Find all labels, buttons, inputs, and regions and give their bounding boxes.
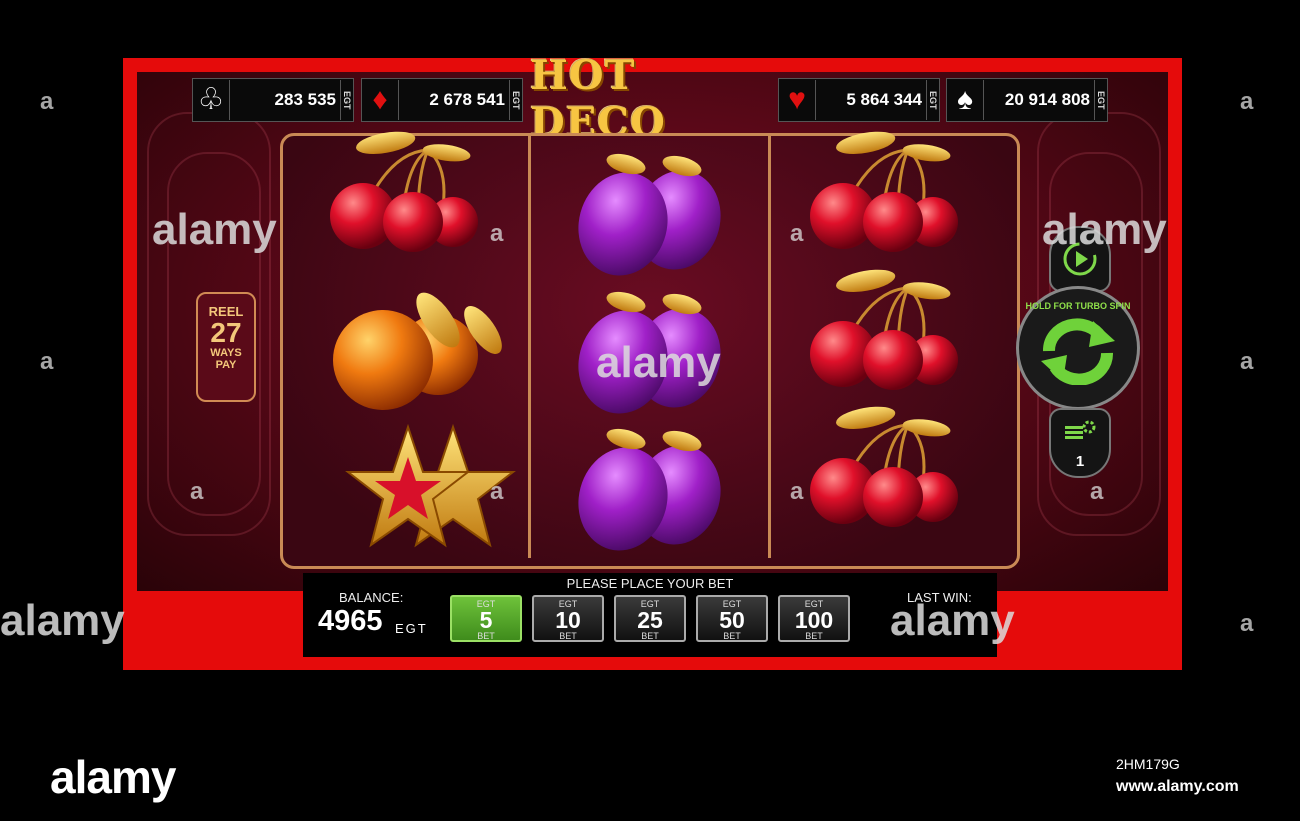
balance-label: BALANCE: (339, 590, 404, 605)
watermark-logo: alamy (50, 751, 176, 803)
lines-value: 1 (1075, 453, 1085, 470)
bet-button-5[interactable]: EGT 5 BET (450, 595, 522, 642)
bet-value: 25 (637, 607, 663, 633)
reel-1-symbol-cherries (328, 126, 480, 254)
watermark-letter: a (40, 348, 54, 375)
turbo-spin-hint: HOLD FOR TURBO SPIN (1025, 301, 1131, 311)
reel-2-symbol-plum (567, 425, 732, 561)
reel-3-symbol-cherries (808, 264, 960, 392)
watermark-letter: a (490, 220, 504, 247)
bet-prompt: PLEASE PLACE YOUR BET (566, 576, 734, 591)
spin-arrows-icon (1041, 318, 1115, 385)
reel-1-symbol-star (347, 426, 514, 546)
watermark-letter: a (790, 478, 804, 505)
balance-value: 4965 (318, 605, 383, 637)
watermark-letter: a (1240, 348, 1254, 375)
bet-value: 10 (555, 607, 581, 633)
image-id: 2HM179G (1116, 756, 1180, 772)
reel-3-symbol-cherries (808, 401, 960, 529)
reel-1-symbol-orange (333, 285, 509, 410)
spin-button[interactable]: HOLD FOR TURBO SPIN (1016, 286, 1140, 410)
watermark-letter: a (190, 478, 204, 505)
bet-value: 100 (794, 607, 834, 633)
bet-button-50[interactable]: EGT 50 BET (696, 595, 768, 642)
bet-label: BET (477, 631, 495, 641)
watermark-letter: a (790, 220, 804, 247)
bet-label: BET (805, 631, 823, 641)
bet-label: BET (559, 631, 577, 641)
bet-label: BET (723, 631, 741, 641)
watermark: alamy (0, 596, 125, 645)
watermark-letter: a (490, 478, 504, 505)
watermark-letter: a (40, 88, 54, 115)
bet-value: 5 (479, 607, 493, 633)
watermark: alamy (152, 205, 277, 254)
settings-list-icon (1065, 420, 1096, 439)
bet-button-25[interactable]: EGT 25 BET (614, 595, 686, 642)
bet-button-100[interactable]: EGT 100 BET (778, 595, 850, 642)
balance-currency: EGT (395, 621, 428, 636)
watermark-letter: a (1240, 88, 1254, 115)
bet-label: BET (641, 631, 659, 641)
watermark-letter: a (1090, 478, 1104, 505)
watermark: alamy (890, 596, 1015, 645)
bet-value: 50 (719, 607, 745, 633)
watermark: alamy (1042, 205, 1167, 254)
bet-button-10[interactable]: EGT 10 BET (532, 595, 604, 642)
reel-3-symbol-cherries (808, 126, 960, 254)
watermark-url: www.alamy.com (1116, 778, 1239, 795)
lines-settings-button[interactable]: 1 (1049, 408, 1111, 478)
watermark: alamy (596, 338, 721, 387)
reel-2-symbol-plum (567, 150, 732, 286)
watermark-letter: a (1240, 610, 1254, 637)
